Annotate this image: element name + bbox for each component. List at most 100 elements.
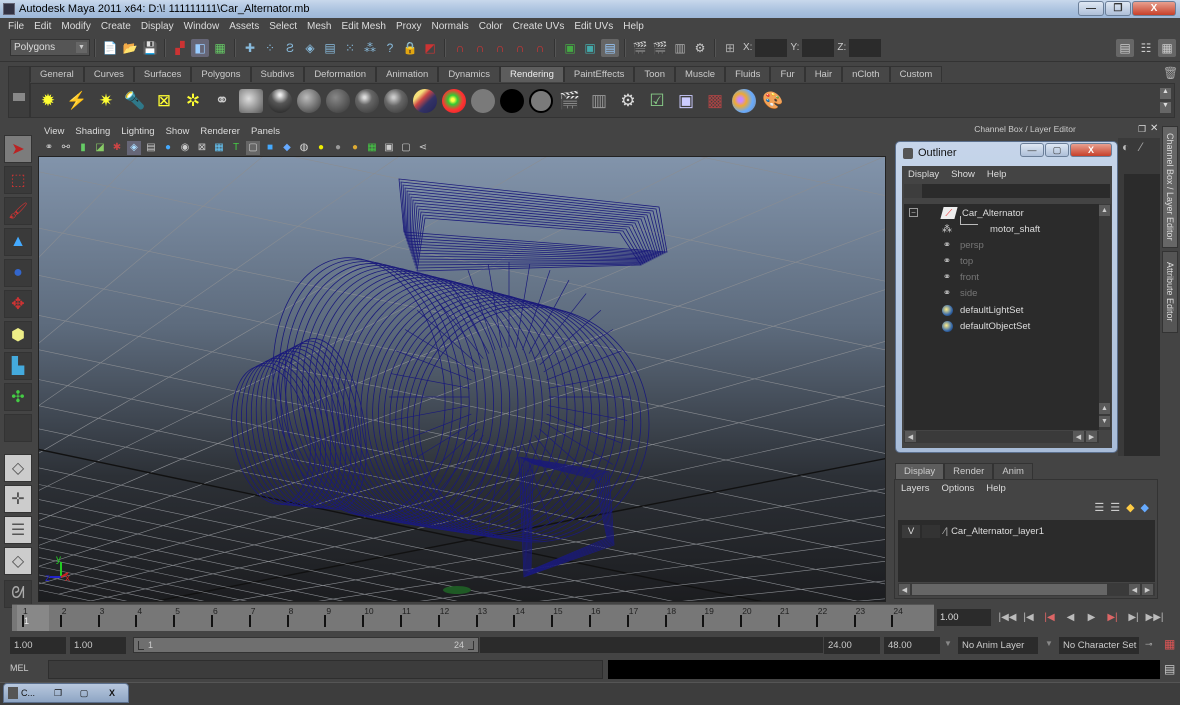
scroll-left-button[interactable]: ◀: [1129, 584, 1140, 595]
play-backward-icon[interactable]: ◀: [1060, 612, 1081, 623]
minimized-window[interactable]: C... ❐ ▢ X: [3, 683, 129, 703]
layered-shader-icon[interactable]: [441, 88, 467, 114]
outliner-maximize-button[interactable]: ▢: [1045, 143, 1069, 157]
move-tool-icon[interactable]: ▲: [4, 228, 32, 256]
layer-menu-options[interactable]: Options: [942, 483, 975, 494]
shelf-tab-surfaces[interactable]: Surfaces: [133, 66, 192, 82]
snap-vertex-icon[interactable]: ⁂: [361, 39, 379, 57]
snap-grid-icon[interactable]: ✚: [241, 39, 259, 57]
four-view-layout-icon[interactable]: ✛: [4, 485, 32, 513]
help-icon[interactable]: ?: [381, 39, 399, 57]
shelf-tab-muscle[interactable]: Muscle: [675, 66, 726, 82]
attribute-editor-toggle-icon[interactable]: ▤: [1116, 39, 1134, 57]
step-forward-key-icon[interactable]: ▶|: [1102, 612, 1123, 623]
layer-color-swatch-icon[interactable]: ⁄|: [944, 526, 948, 537]
minimized-maximize-button[interactable]: ▢: [71, 688, 97, 699]
outliner-menu-display[interactable]: Display: [908, 169, 939, 180]
shelf-tab-custom[interactable]: Custom: [889, 66, 943, 82]
new-scene-icon[interactable]: 📄: [101, 39, 119, 57]
go-to-start-icon[interactable]: |◀◀: [997, 612, 1018, 623]
menu-proxy[interactable]: Proxy: [392, 21, 428, 32]
playback-start-field[interactable]: 1.00: [70, 637, 126, 654]
select-component-icon[interactable]: ▦: [211, 39, 229, 57]
phong-shader-icon[interactable]: [325, 88, 351, 114]
layer-visibility-toggle[interactable]: V: [902, 524, 920, 538]
shelf-tab-animation[interactable]: Animation: [376, 66, 439, 82]
select-tool-icon[interactable]: ➤: [4, 135, 32, 163]
wireframe-icon[interactable]: ◈: [127, 140, 141, 155]
use-all-lights-icon[interactable]: ●: [314, 141, 328, 155]
volume-light-icon[interactable]: ✲: [180, 88, 206, 114]
float-panel-icon[interactable]: ❐: [1138, 124, 1146, 135]
close-button[interactable]: X: [1132, 1, 1176, 16]
outliner-menu-help[interactable]: Help: [987, 169, 1007, 180]
shadow-matte-icon[interactable]: [528, 88, 554, 114]
transform-input-icon[interactable]: ⊞: [721, 39, 739, 57]
time-slider[interactable]: 1 1 2 3 4 5 6 7 8 9 10 11 12 13 14 15 16 17 18 19 20 21 22 23 2…: [12, 604, 934, 631]
ipr-render-icon[interactable]: ▥: [671, 39, 689, 57]
menu-display[interactable]: Display: [137, 21, 180, 32]
xray-joints-icon[interactable]: ◆: [280, 141, 294, 155]
range-end-handle[interactable]: [468, 641, 474, 650]
film-gate-icon[interactable]: ▣: [382, 141, 396, 155]
magnet-plane-icon[interactable]: ∩: [511, 39, 529, 57]
scroll-left-button[interactable]: ◀: [905, 431, 916, 442]
camera-icon[interactable]: ⚭: [209, 88, 235, 114]
animation-preferences-icon[interactable]: ▦: [1164, 637, 1175, 651]
grid-toggle-icon[interactable]: ▦: [365, 141, 379, 155]
menu-normals[interactable]: Normals: [428, 21, 475, 32]
shelf-tab-deformation[interactable]: Deformation: [304, 66, 377, 82]
menu-select[interactable]: Select: [265, 21, 303, 32]
anim-layer-dropdown-icon[interactable]: ▼: [944, 639, 952, 648]
channel-box-toggle-icon[interactable]: ▦: [1158, 39, 1176, 57]
move-layer-up-icon[interactable]: ☰: [1094, 501, 1104, 514]
new-layer-selected-icon[interactable]: ◆: [1141, 501, 1149, 514]
share-icon[interactable]: ⋖: [416, 141, 430, 155]
menu-modify[interactable]: Modify: [57, 21, 96, 32]
shelf-tab-toon[interactable]: Toon: [634, 66, 675, 82]
outliner-horizontal-scrollbar[interactable]: ◀ ◀ ▶: [904, 431, 1099, 443]
area-light-icon[interactable]: ⊠: [151, 88, 177, 114]
spot-light-icon[interactable]: 🔦: [122, 88, 148, 114]
outliner-item[interactable]: ⁂ motor_shaft: [940, 221, 1040, 237]
close-panel-icon[interactable]: ✕: [1150, 123, 1158, 134]
snap-view-plane-icon[interactable]: ◈: [301, 39, 319, 57]
open-scene-icon[interactable]: 📂: [121, 39, 139, 57]
render-diagnostics-icon[interactable]: ☑: [644, 88, 670, 114]
select-camera-icon[interactable]: ⚭: [42, 141, 56, 155]
outliner-persp-layout-icon[interactable]: ☰: [4, 516, 32, 544]
surface-shader-icon[interactable]: [470, 88, 496, 114]
phonge-shader-icon[interactable]: [354, 88, 380, 114]
select-hierarchy-icon[interactable]: ▞: [171, 39, 189, 57]
manipulator-tool-icon[interactable]: ⬢: [4, 321, 32, 349]
wireframe-on-shaded-icon[interactable]: ▢: [246, 140, 260, 155]
outliner-item[interactable]: defaultLightSet: [940, 302, 1023, 318]
script-editor-icon[interactable]: ▤: [1164, 662, 1175, 676]
bookmarks-icon[interactable]: ▮: [76, 141, 90, 155]
step-forward-frame-icon[interactable]: ▶|: [1123, 612, 1144, 623]
menu-create-uvs[interactable]: Create UVs: [509, 21, 571, 32]
layer-menu-layers[interactable]: Layers: [901, 483, 930, 494]
mental-ray-icon[interactable]: [731, 88, 757, 114]
range-slider[interactable]: 1 24: [133, 637, 479, 653]
y-input[interactable]: [802, 38, 835, 57]
go-to-end-icon[interactable]: ▶▶|: [1144, 612, 1165, 623]
outliner-close-button[interactable]: X: [1070, 143, 1112, 157]
layer-tab-anim[interactable]: Anim: [993, 463, 1033, 479]
scroll-down-button[interactable]: ▼: [1099, 416, 1110, 427]
menuset-dropdown[interactable]: Polygons ▼: [10, 39, 90, 56]
magnet-icon[interactable]: ∩: [451, 39, 469, 57]
layer-row[interactable]: V ⁄| Car_Alternator_layer1: [902, 524, 1044, 538]
anim-layer-field[interactable]: No Anim Layer: [958, 637, 1038, 654]
car-alternator-wireframe[interactable]: [221, 178, 668, 578]
vp-menu-view[interactable]: View: [44, 126, 64, 137]
shelf-tab-general[interactable]: General: [30, 66, 84, 82]
render-current-icon[interactable]: 🎬: [651, 39, 669, 57]
vp-menu-show[interactable]: Show: [166, 126, 190, 137]
minimize-button[interactable]: —: [1078, 1, 1104, 16]
construction-history-icon[interactable]: ▤: [601, 38, 619, 57]
shelf-tab-ncloth[interactable]: nCloth: [842, 66, 890, 82]
range-start-handle[interactable]: [138, 641, 144, 650]
anisotropic-shader-icon[interactable]: [383, 88, 409, 114]
animation-end-field[interactable]: 48.00: [884, 637, 940, 654]
